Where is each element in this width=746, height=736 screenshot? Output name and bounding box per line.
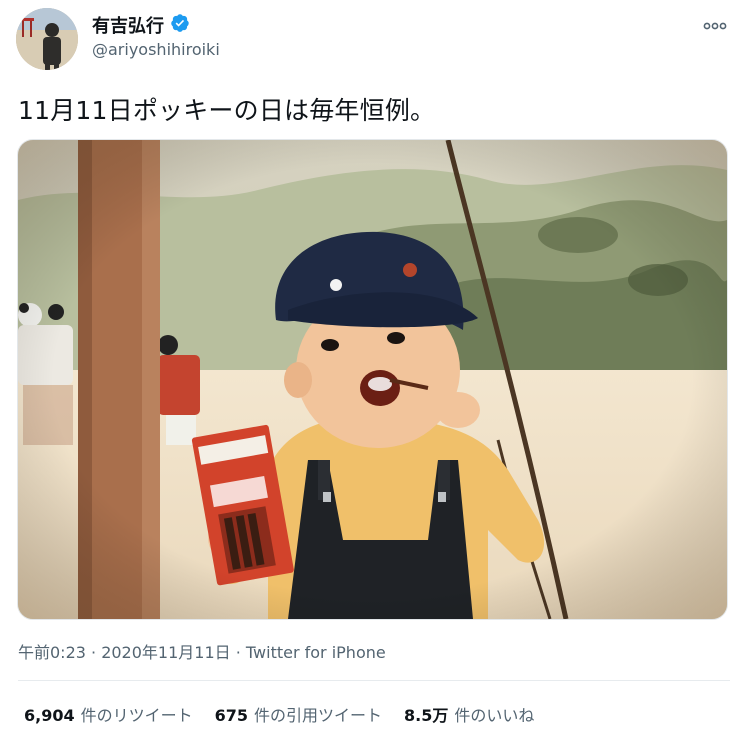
tweet-meta: 午前0:23 · 2020年11月11日 · Twitter for iPhon… — [18, 639, 386, 663]
verified-badge-icon — [170, 13, 190, 38]
meta-separator: · — [230, 643, 246, 662]
tweet-timestamp[interactable]: 午前0:23 · 2020年11月11日 — [18, 643, 231, 662]
retweet-count: 6,904 — [24, 706, 75, 725]
avatar-image — [16, 8, 78, 70]
tweet-photo[interactable] — [17, 139, 728, 620]
stats-divider — [18, 680, 730, 681]
like-stat[interactable]: 8.5万 件のいいね — [404, 702, 534, 726]
avatar[interactable] — [16, 8, 78, 70]
quote-count: 675 — [214, 706, 249, 725]
more-options-button[interactable] — [700, 14, 730, 38]
author-handle[interactable]: @ariyoshihiroiki — [92, 40, 220, 59]
retweet-stat[interactable]: 6,904 件のリツイート — [24, 702, 193, 726]
tweet-text: 11月11日ポッキーの日は毎年恒例。 — [18, 96, 436, 125]
author-name[interactable]: 有吉弘行 — [92, 12, 190, 38]
retweet-label: 件のリツイート — [80, 706, 193, 725]
tweet-source[interactable]: Twitter for iPhone — [246, 643, 386, 662]
tweet-stats: 6,904 件のリツイート 675 件の引用ツイート 8.5万 件のいいね — [24, 702, 534, 726]
quote-stat[interactable]: 675 件の引用ツイート — [215, 702, 382, 726]
quote-label: 件の引用ツイート — [254, 706, 383, 725]
more-options-icon — [703, 22, 727, 30]
like-count: 8.5万 — [404, 706, 449, 725]
like-label: 件のいいね — [454, 706, 535, 725]
tweet-photo-image — [18, 140, 727, 619]
author-display-name[interactable]: 有吉弘行 — [92, 12, 164, 38]
